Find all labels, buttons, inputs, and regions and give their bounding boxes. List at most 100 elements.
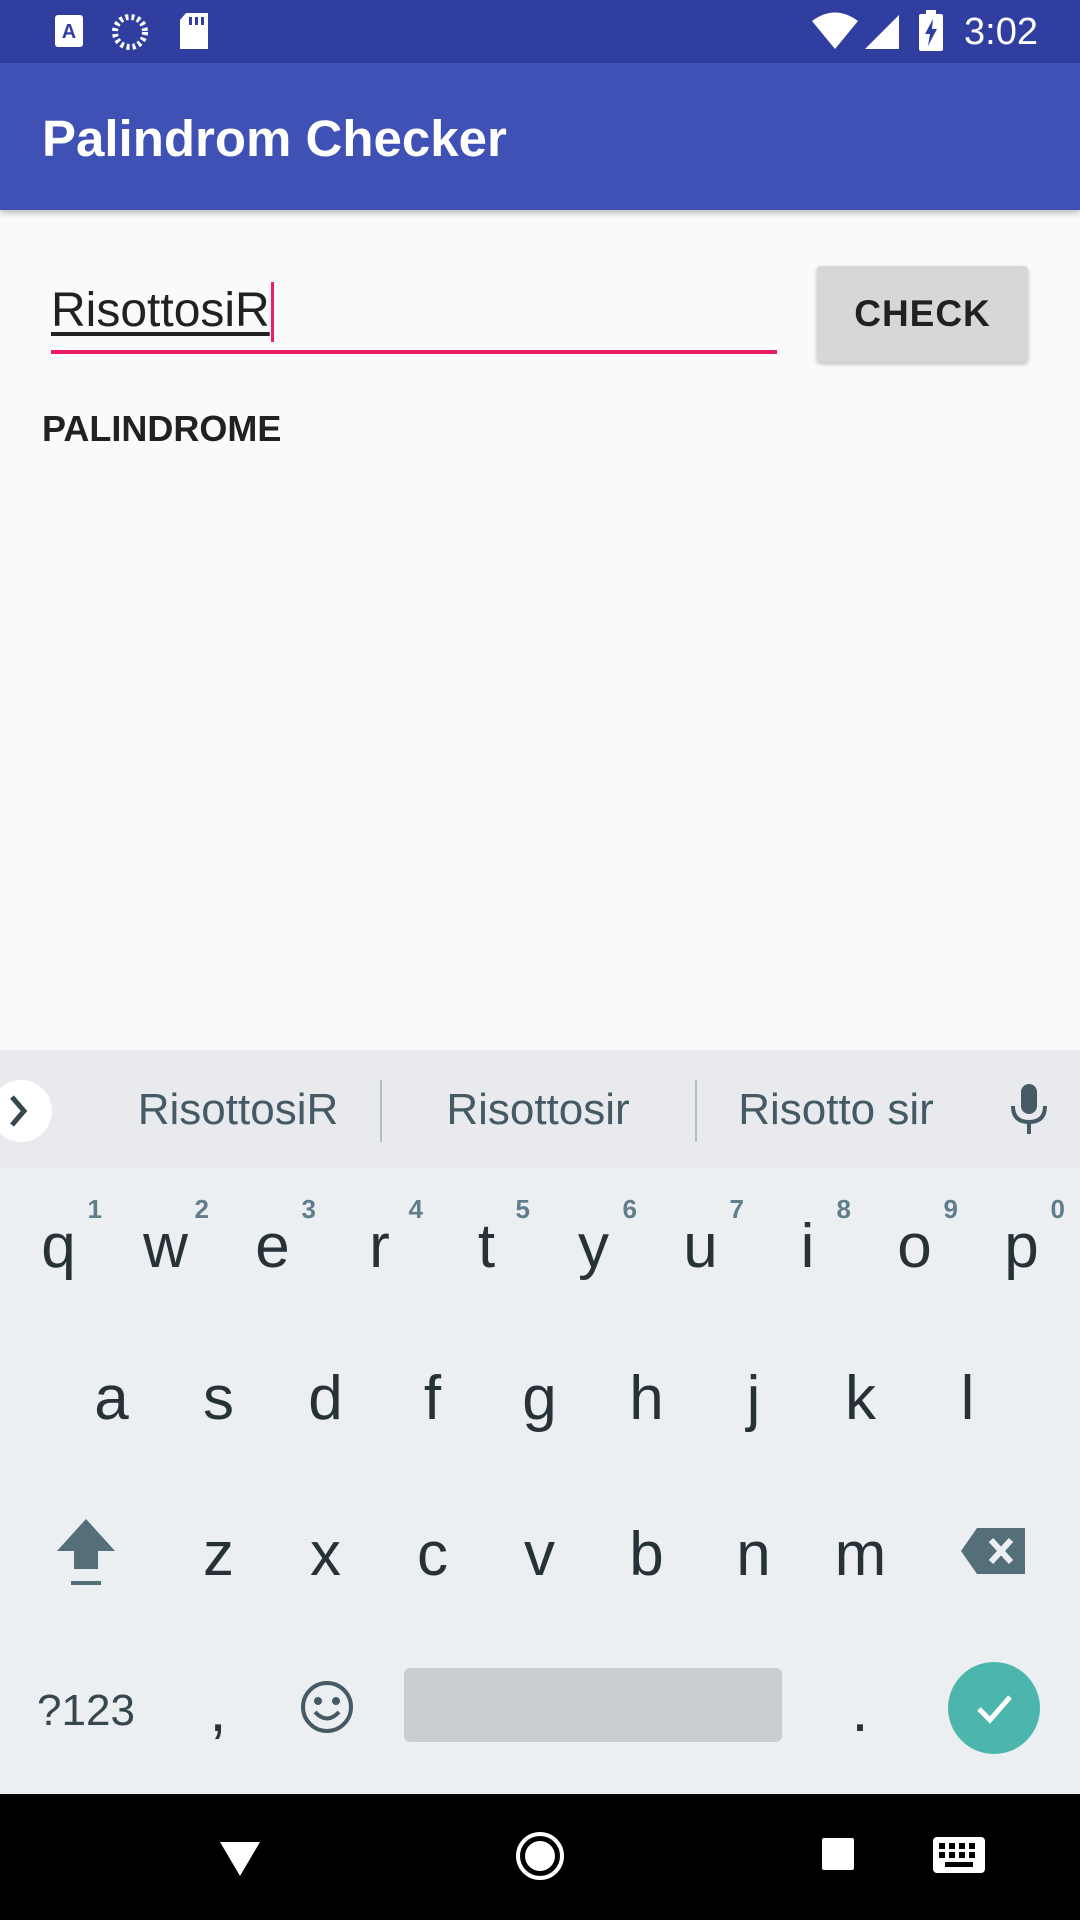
key-label: l (960, 1364, 975, 1433)
expand-toolbar-button[interactable] (0, 1080, 52, 1142)
key-j[interactable]: j (700, 1330, 807, 1460)
suggestion-divider (695, 1080, 697, 1142)
key-label: g (522, 1364, 557, 1433)
key-label: v (524, 1520, 555, 1589)
key-f[interactable]: f (379, 1330, 486, 1460)
text-cursor (270, 282, 274, 342)
key-i[interactable]: 8i (754, 1178, 861, 1308)
back-icon[interactable] (216, 1834, 264, 1882)
key-o[interactable]: 9o (861, 1178, 968, 1308)
result-label: PALINDROME (42, 408, 282, 449)
suggestion-2[interactable]: Risottosir (418, 1080, 658, 1140)
done-key[interactable] (948, 1662, 1040, 1754)
emoji-icon (301, 1681, 353, 1733)
key-n[interactable]: n (700, 1486, 807, 1616)
key-label: m (834, 1520, 887, 1589)
key-e[interactable]: 3e (219, 1178, 326, 1308)
input-text[interactable]: RisottosiR (51, 282, 274, 342)
check-button[interactable]: CHECK (817, 266, 1028, 362)
key-hint: 4 (408, 1194, 423, 1224)
key-hint: 7 (729, 1194, 744, 1224)
symbols-key[interactable]: ?123 (16, 1642, 156, 1772)
battery-charging-icon (919, 10, 943, 51)
key-a[interactable]: a (58, 1330, 165, 1460)
voice-input-button[interactable] (1000, 1080, 1058, 1138)
key-label: ?123 (37, 1686, 135, 1735)
key-z[interactable]: z (165, 1486, 272, 1616)
key-v[interactable]: v (486, 1486, 593, 1616)
key-y[interactable]: 6y (540, 1178, 647, 1308)
key-label: u (683, 1212, 718, 1281)
key-label: w (143, 1212, 188, 1281)
key-label: p (1004, 1212, 1039, 1281)
key-label: o (897, 1212, 932, 1281)
key-s[interactable]: s (165, 1330, 272, 1460)
keyboard-switcher-icon[interactable] (932, 1836, 986, 1874)
key-d[interactable]: d (272, 1330, 379, 1460)
key-k[interactable]: k (807, 1330, 914, 1460)
key-r[interactable]: 4r (326, 1178, 433, 1308)
key-label: d (308, 1364, 343, 1433)
key-c[interactable]: c (379, 1486, 486, 1616)
key-m[interactable]: m (807, 1486, 914, 1616)
key-u[interactable]: 7u (647, 1178, 754, 1308)
key-hint: 5 (515, 1194, 530, 1224)
key-label: k (845, 1364, 876, 1433)
key-b[interactable]: b (593, 1486, 700, 1616)
key-label: j (746, 1364, 761, 1433)
key-label: . (851, 1676, 869, 1745)
status-time: 3:02 (964, 11, 1038, 53)
shift-key[interactable] (32, 1486, 139, 1616)
suggestion-1[interactable]: RisottosiR (118, 1080, 358, 1140)
key-label: z (203, 1520, 234, 1589)
key-hint: 0 (1050, 1194, 1065, 1224)
key-g[interactable]: g (486, 1330, 593, 1460)
key-w[interactable]: 2w (112, 1178, 219, 1308)
key-label: c (417, 1520, 448, 1589)
key-label: , (209, 1676, 227, 1745)
key-label: q (41, 1212, 76, 1281)
suggestion-strip: RisottosiR Risottosir Risotto sir (0, 1050, 1080, 1168)
home-icon[interactable] (514, 1830, 566, 1882)
suggestion-3[interactable]: Risotto sir (716, 1080, 956, 1140)
key-l[interactable]: l (914, 1330, 1021, 1460)
space-bar[interactable] (404, 1668, 782, 1742)
key-label: f (423, 1364, 442, 1433)
key-label: h (629, 1364, 664, 1433)
sync-spinner-icon (112, 14, 148, 50)
chevron-right-icon (10, 1095, 28, 1127)
navigation-bar (0, 1794, 1080, 1920)
emoji-key[interactable] (272, 1642, 382, 1772)
backspace-key[interactable] (940, 1486, 1047, 1616)
text-a-notification-icon: A (55, 15, 83, 47)
key-p[interactable]: 0p (968, 1178, 1075, 1308)
key-label: n (736, 1520, 771, 1589)
key-label: a (94, 1364, 129, 1433)
key-hint: 3 (301, 1194, 316, 1224)
shift-icon (56, 1519, 115, 1585)
comma-key[interactable]: , (166, 1642, 270, 1772)
key-hint: 9 (943, 1194, 958, 1224)
key-q[interactable]: 1q (5, 1178, 112, 1308)
key-label: x (310, 1520, 341, 1589)
key-hint: 2 (194, 1194, 209, 1224)
svg-text:A: A (62, 21, 76, 43)
sd-card-icon (180, 13, 208, 49)
key-label: i (800, 1212, 815, 1281)
checkmark-icon (977, 1695, 1012, 1724)
key-hint: 8 (836, 1194, 851, 1224)
key-label: e (255, 1212, 290, 1281)
key-h[interactable]: h (593, 1330, 700, 1460)
key-t[interactable]: 5t (433, 1178, 540, 1308)
recents-icon[interactable] (820, 1836, 856, 1872)
key-label: r (369, 1212, 390, 1281)
palindrome-input[interactable]: RisottosiR (51, 270, 777, 354)
key-hint: 6 (622, 1194, 637, 1224)
status-bar: A 3:02 (0, 0, 1080, 63)
wifi-icon (812, 12, 858, 49)
period-key[interactable]: . (808, 1642, 912, 1772)
key-hint: 1 (87, 1194, 102, 1224)
soft-keyboard: RisottosiR Risottosir Risotto sir 1q 2w … (0, 1050, 1080, 1794)
key-label: t (477, 1212, 496, 1281)
key-x[interactable]: x (272, 1486, 379, 1616)
